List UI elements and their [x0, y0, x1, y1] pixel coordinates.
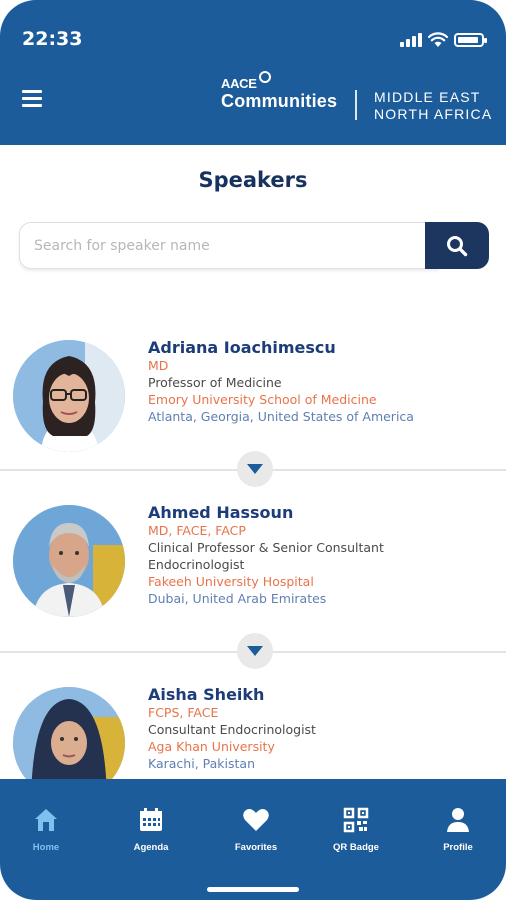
nav-qr-badge[interactable]: QR Badge [311, 807, 401, 853]
chevron-down-icon [247, 464, 263, 474]
bottom-nav: Home Agenda Favorites QR Badge Profile [0, 779, 506, 900]
nav-home[interactable]: Home [1, 807, 91, 853]
expand-button[interactable] [237, 451, 273, 487]
speaker-credentials: MD, FACE, FACP [148, 523, 246, 538]
page-title: Speakers [198, 168, 308, 192]
speaker-avatar [13, 505, 125, 617]
speaker-institution: Aga Khan University [148, 739, 275, 754]
calendar-icon [140, 808, 162, 831]
brand-divider [355, 90, 357, 120]
app-header: 22:33 AACE Communities MIDDLE EAST NORTH [0, 0, 506, 145]
brand-main: Communities [221, 91, 338, 111]
speaker-name: Adriana Ioachimescu [148, 338, 336, 357]
speaker-location: Karachi, Pakistan [148, 756, 255, 771]
search-input[interactable] [19, 222, 439, 269]
speaker-name: Aisha Sheikh [148, 685, 265, 704]
speaker-credentials: FCPS, FACE [148, 705, 219, 720]
brand-top: AACE [221, 71, 337, 91]
speaker-institution: Fakeeh University Hospital [148, 574, 314, 589]
speaker-location: Dubai, United Arab Emirates [148, 591, 327, 606]
speaker-title-line2: Endocrinologist [148, 557, 245, 572]
speaker-name: Ahmed Hassoun [148, 503, 294, 522]
signal-icon [400, 33, 422, 47]
speaker-institution: Emory University School of Medicine [148, 392, 377, 407]
chevron-down-icon [247, 646, 263, 656]
app-screen: 22:33 AACE Communities MIDDLE EAST NORTH [0, 0, 506, 900]
speaker-title: Clinical Professor & Senior Consultant [148, 540, 384, 555]
speaker-title: Professor of Medicine [148, 375, 282, 390]
expand-button[interactable] [237, 633, 273, 669]
search-button[interactable] [425, 222, 489, 269]
brand-logo: AACE Communities [221, 71, 338, 112]
speaker-credentials: MD [148, 358, 169, 373]
speaker-title: Consultant Endocrinologist [148, 722, 316, 737]
speaker-avatar [13, 340, 125, 452]
battery-icon [454, 33, 487, 47]
nav-profile[interactable]: Profile [413, 807, 503, 853]
search-bar [19, 222, 489, 269]
person-icon [447, 808, 469, 832]
qr-code-icon [343, 807, 369, 833]
hamburger-icon [22, 90, 42, 93]
status-icons [400, 32, 487, 48]
nav-favorites[interactable]: Favorites [211, 807, 301, 853]
status-time: 22:33 [22, 28, 83, 50]
nav-agenda[interactable]: Agenda [106, 807, 196, 853]
heart-icon [243, 809, 269, 831]
home-indicator [207, 887, 299, 892]
speaker-location: Atlanta, Georgia, United States of Ameri… [148, 409, 414, 424]
home-icon [35, 809, 57, 831]
wifi-icon [428, 32, 448, 47]
menu-button[interactable] [22, 90, 42, 108]
region-label: MIDDLE EAST NORTH AFRICA [374, 89, 493, 122]
search-icon [447, 235, 468, 256]
